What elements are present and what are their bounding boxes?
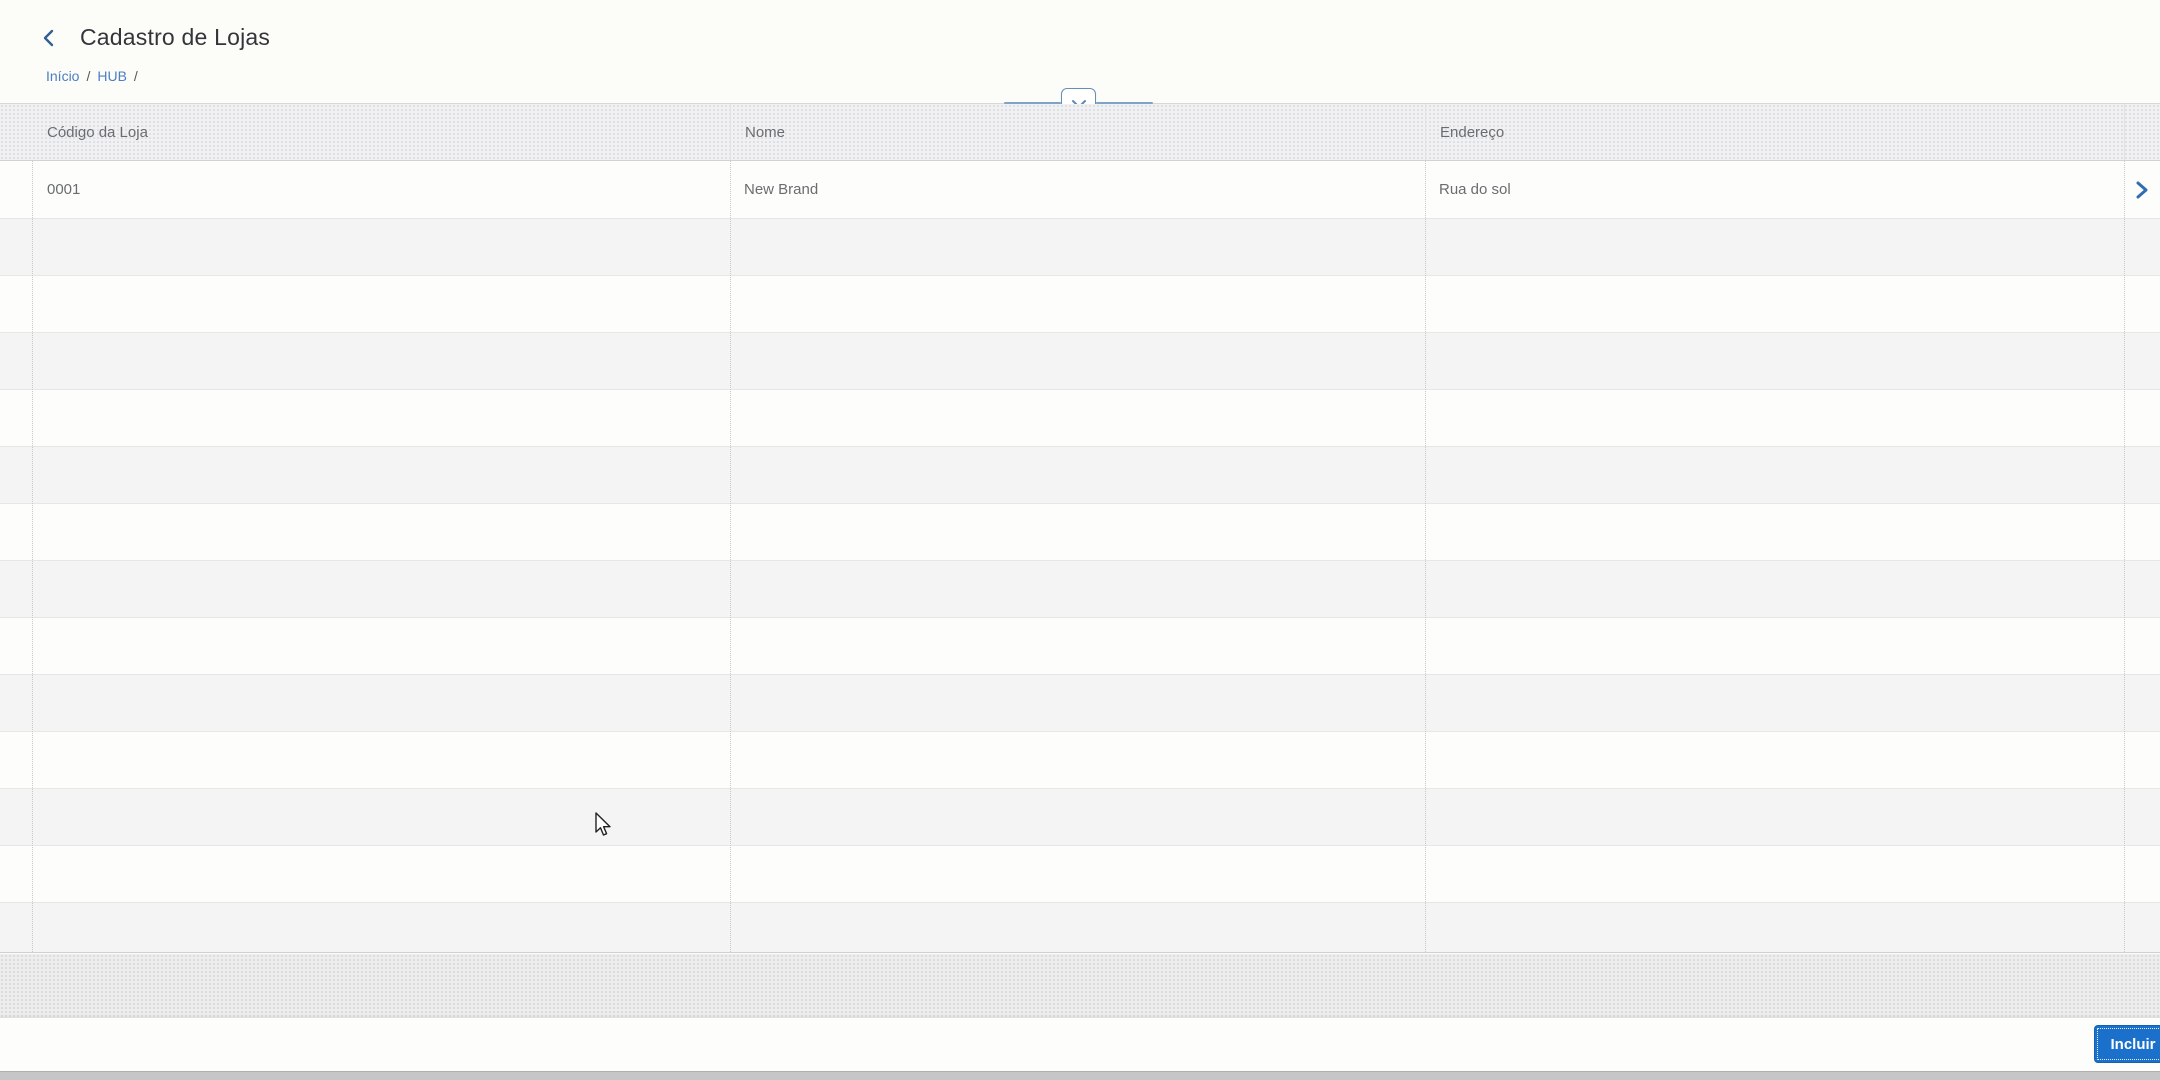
cell-codigo: 0001: [47, 181, 81, 198]
column-header-codigo-da-loja[interactable]: Código da Loja: [32, 104, 730, 160]
page-title: Cadastro de Lojas: [80, 24, 271, 50]
empty-table-row: [0, 675, 2160, 732]
horizontal-scrollbar[interactable]: [0, 1071, 2160, 1080]
empty-table-row: [0, 732, 2160, 789]
title-row: Cadastro de Lojas: [38, 24, 270, 51]
empty-table-row: [0, 504, 2160, 561]
table-header-row: Código da Loja Nome Endereço: [0, 104, 2160, 161]
empty-table-row: [0, 561, 2160, 618]
empty-table-row: [0, 447, 2160, 504]
table-row[interactable]: 0001 New Brand Rua do sol: [0, 161, 2160, 219]
empty-table-row: [0, 219, 2160, 276]
breadcrumb: Início / HUB /: [46, 68, 138, 84]
empty-table-row: [0, 618, 2160, 675]
incluir-button[interactable]: Incluir: [2094, 1025, 2160, 1063]
footer-toolbar: [0, 1017, 2160, 1071]
breadcrumb-link-hub[interactable]: HUB: [97, 68, 127, 84]
row-indicator-cell: [0, 161, 32, 218]
empty-table-row: [0, 390, 2160, 447]
table-header-indicator-column: [0, 104, 32, 160]
empty-table-row: [0, 846, 2160, 903]
column-header-endereco[interactable]: Endereço: [1425, 104, 2124, 160]
cell-endereco: Rua do sol: [1439, 181, 1511, 198]
empty-table-row: [0, 333, 2160, 390]
breadcrumb-separator: /: [86, 68, 91, 84]
chevron-right-icon: [2136, 181, 2148, 198]
column-header-nome[interactable]: Nome: [730, 104, 1425, 160]
row-navigation-cell[interactable]: [2124, 161, 2160, 218]
table-footer-area: [0, 954, 2160, 1017]
empty-table-row: [0, 903, 2160, 952]
empty-table-row: [0, 276, 2160, 333]
chevron-left-icon: [43, 29, 54, 46]
cell-nome: New Brand: [744, 181, 819, 198]
breadcrumb-separator: /: [133, 68, 138, 84]
empty-table-row: [0, 789, 2160, 846]
breadcrumb-link-inicio[interactable]: Início: [46, 68, 79, 84]
table-body: 0001 New Brand Rua do sol: [0, 161, 2160, 953]
column-header-navigation: [2124, 104, 2160, 160]
back-icon[interactable]: [38, 27, 60, 49]
